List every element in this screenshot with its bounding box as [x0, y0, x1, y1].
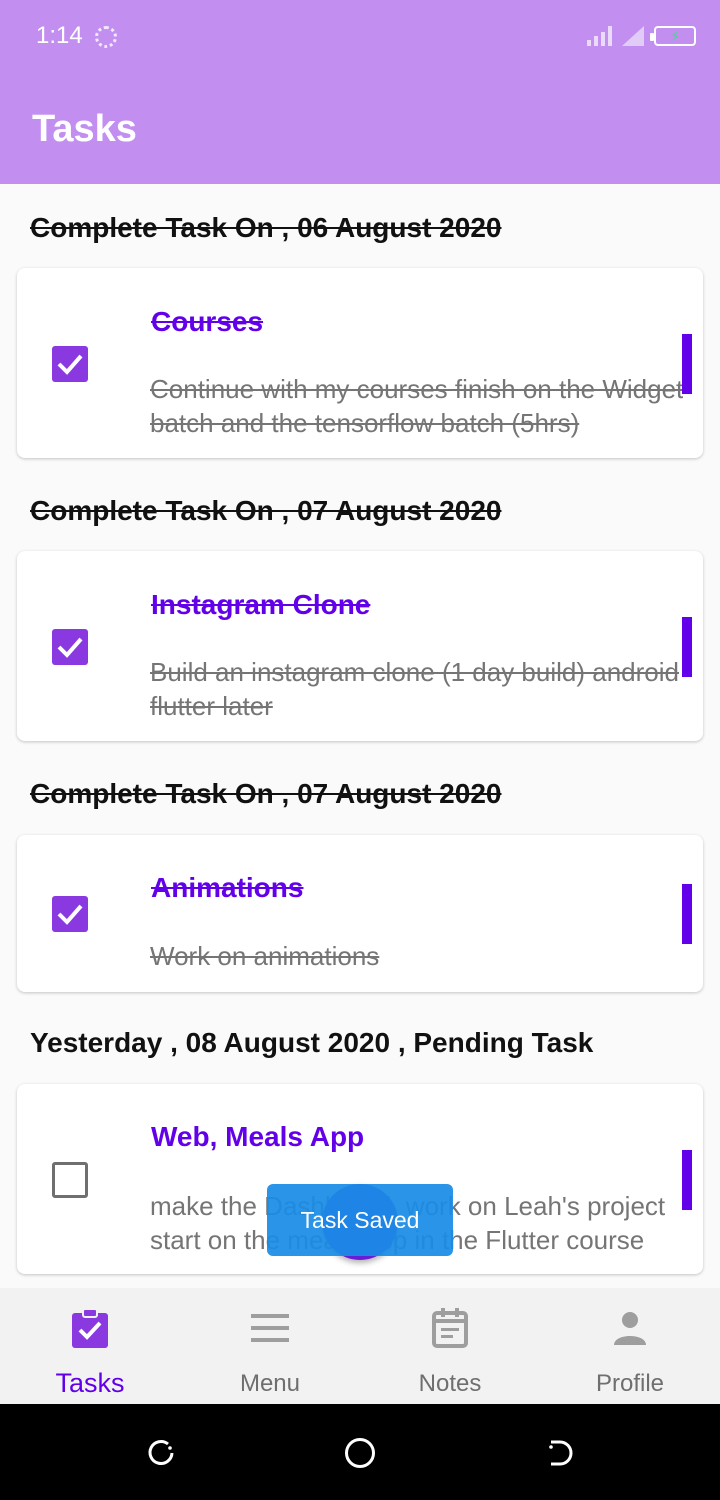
recents-icon[interactable] — [146, 1438, 176, 1468]
nav-label: Notes — [418, 1370, 482, 1397]
checkmark-icon — [57, 354, 83, 375]
section-heading: Complete Task On , 07 August 2020 — [30, 778, 502, 809]
priority-indicator — [682, 1150, 692, 1210]
task-checkbox[interactable] — [52, 346, 88, 382]
task-card-animations[interactable]: Animations Work on animations — [17, 835, 703, 992]
cell-signal-icon — [587, 26, 612, 46]
bottom-navigation: Tasks Menu Notes Profile — [0, 1288, 720, 1404]
task-title: Courses — [151, 306, 264, 337]
task-description-line: Work on animations — [150, 941, 380, 971]
status-icons: ⚡ — [587, 26, 696, 46]
home-icon[interactable] — [345, 1438, 375, 1468]
task-title: Animations — [151, 872, 304, 903]
back-icon[interactable] — [546, 1438, 576, 1468]
wifi-signal-icon — [622, 26, 644, 46]
task-list[interactable]: Complete Task On , 06 August 2020 Course… — [0, 184, 720, 1288]
nav-label: Tasks — [55, 1368, 125, 1398]
task-description-line: Build an instagram clone (1 day build) a… — [150, 657, 679, 687]
priority-indicator — [682, 334, 692, 394]
status-bar: 1:14 ⚡ — [0, 0, 720, 74]
sync-icon — [95, 26, 117, 48]
nav-item-tasks[interactable]: Tasks — [0, 1288, 180, 1404]
task-title: Instagram Clone — [151, 589, 371, 620]
task-title: Web, Meals App — [151, 1121, 365, 1152]
task-checkbox[interactable] — [52, 896, 88, 932]
section-heading: Yesterday , 08 August 2020 , Pending Tas… — [30, 1027, 594, 1058]
system-navigation-bar — [0, 1404, 720, 1500]
person-icon — [612, 1308, 648, 1348]
task-checkbox[interactable] — [52, 1162, 88, 1198]
nav-label: Menu — [239, 1370, 301, 1397]
priority-indicator — [682, 617, 692, 677]
status-time: 1:14 — [36, 22, 83, 49]
checkmark-icon — [57, 637, 83, 658]
menu-icon — [251, 1308, 289, 1348]
nav-item-notes[interactable]: Notes — [360, 1288, 540, 1404]
nav-label: Profile — [595, 1370, 665, 1397]
toast-message: Task Saved — [267, 1184, 453, 1256]
task-description-line: batch and the tensorflow batch (5hrs) — [150, 408, 580, 438]
task-card-instagram-clone[interactable]: Instagram Clone Build an instagram clone… — [17, 551, 703, 741]
priority-indicator — [682, 884, 692, 944]
app-bar: Tasks — [0, 74, 720, 184]
task-checkbox[interactable] — [52, 629, 88, 665]
section-heading: Complete Task On , 06 August 2020 — [30, 212, 502, 243]
page-title: Tasks — [32, 108, 137, 150]
task-description-line: Continue with my courses finish on the W… — [150, 374, 684, 404]
checkmark-icon — [57, 904, 83, 925]
section-heading: Complete Task On , 07 August 2020 — [30, 495, 502, 526]
calendar-notes-icon — [432, 1308, 468, 1348]
battery-charging-icon: ⚡ — [650, 26, 696, 46]
task-description: Continue with my courses finish on the W… — [150, 372, 703, 440]
task-description: Work on animations — [150, 939, 703, 973]
nav-item-menu[interactable]: Menu — [180, 1288, 360, 1404]
task-clipboard-icon — [71, 1308, 109, 1348]
task-card-courses[interactable]: Courses Continue with my courses finish … — [17, 268, 703, 458]
task-description: Build an instagram clone (1 day build) a… — [150, 655, 703, 723]
task-description-line: flutter later — [150, 691, 273, 721]
nav-item-profile[interactable]: Profile — [540, 1288, 720, 1404]
